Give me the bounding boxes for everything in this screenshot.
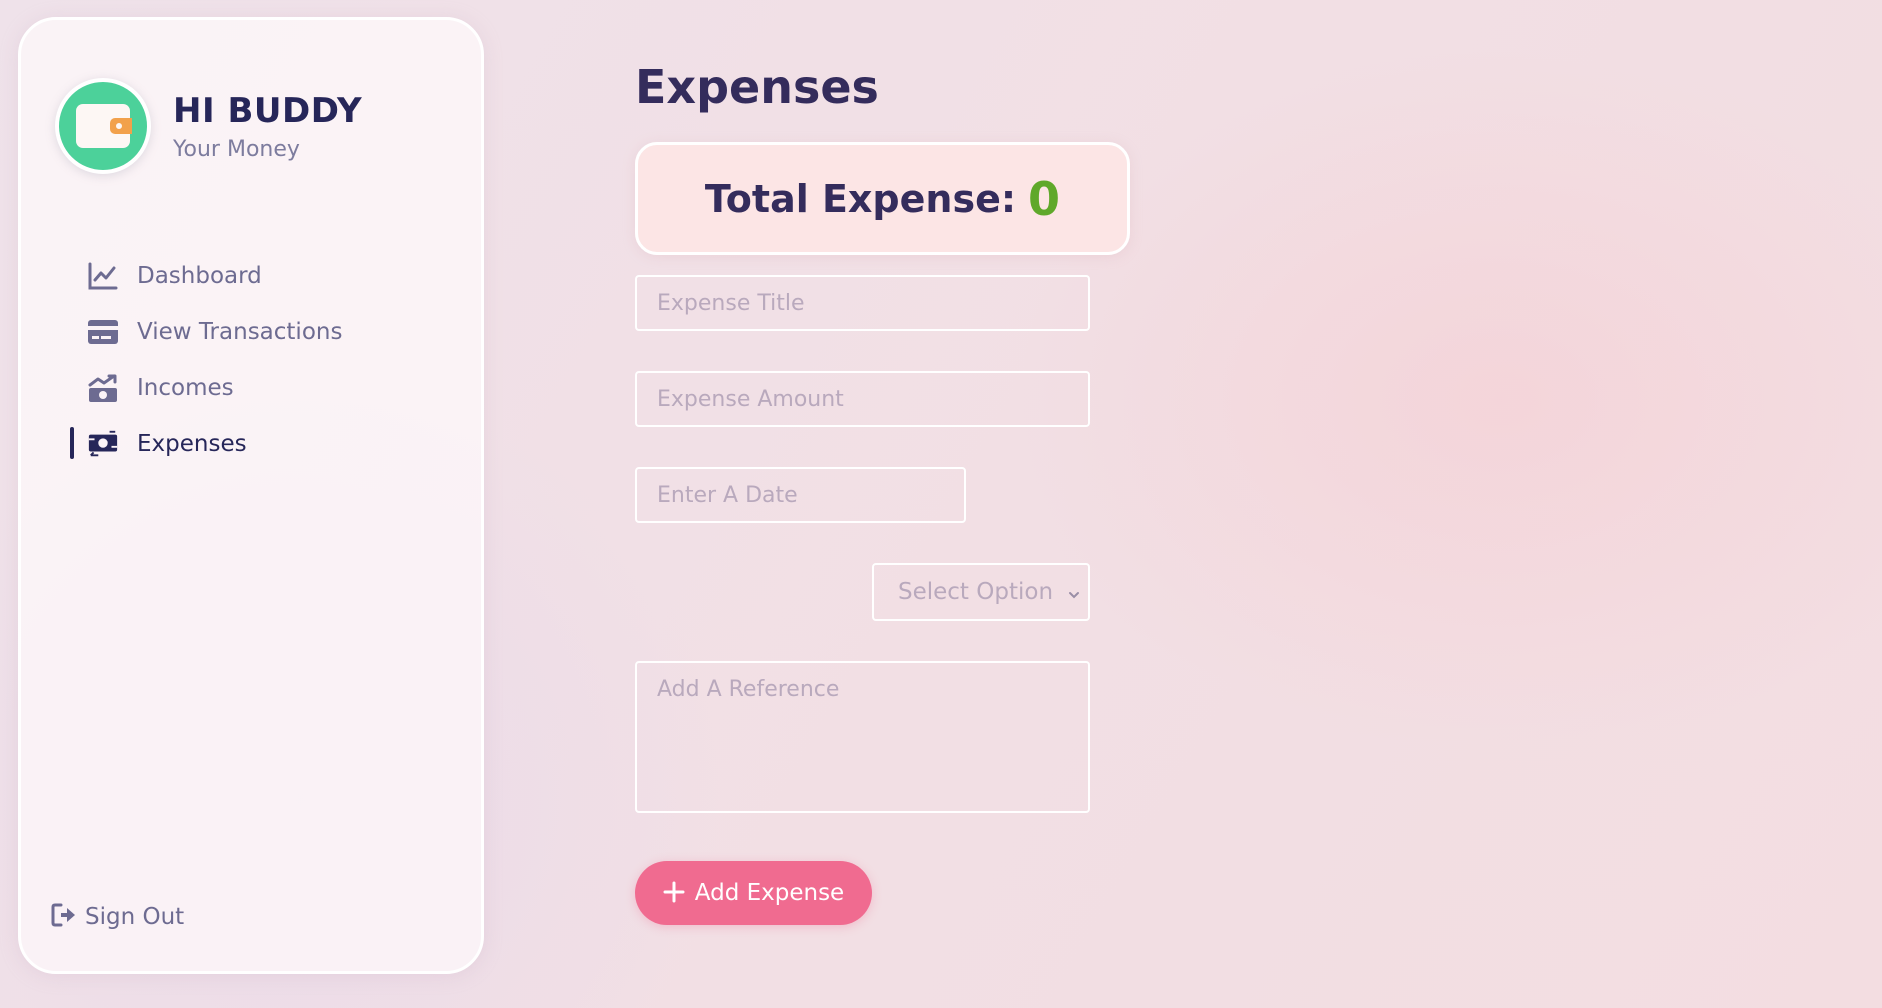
sign-out-icon (51, 903, 77, 931)
credit-card-icon (87, 316, 119, 348)
total-expense-label: Total Expense: (704, 176, 1017, 221)
profile-subtitle: Your Money (173, 136, 300, 162)
chevron-down-icon (1068, 585, 1080, 604)
money-trend-icon (87, 372, 119, 404)
sidebar-item-dashboard[interactable]: Dashboard (55, 248, 455, 304)
line-chart-icon (87, 260, 119, 292)
sidebar: HI BUDDY Your Money Dashboard View Trans… (18, 17, 484, 974)
reference-textarea[interactable] (635, 661, 1090, 813)
sidebar-nav: Dashboard View Transactions Incomes Expe… (55, 248, 455, 472)
category-select[interactable]: Select Option (872, 563, 1090, 621)
page-title: Expenses (635, 60, 879, 114)
total-expense-card: Total Expense: 0 (635, 142, 1130, 255)
expense-title-input[interactable] (635, 275, 1090, 331)
total-expense-value: 0 (1028, 171, 1061, 226)
sign-out-button[interactable]: Sign Out (51, 903, 184, 931)
expense-amount-input[interactable] (635, 371, 1090, 427)
sidebar-item-expenses[interactable]: Expenses (55, 416, 455, 472)
sidebar-item-label: Incomes (137, 375, 234, 401)
add-expense-label: Add Expense (694, 880, 845, 906)
expense-date-input[interactable] (635, 467, 966, 523)
sidebar-item-label: Dashboard (137, 263, 262, 289)
wallet-icon (76, 104, 132, 148)
profile-name: HI BUDDY (173, 90, 363, 131)
sidebar-item-label: View Transactions (137, 319, 343, 345)
profile: HI BUDDY Your Money (55, 78, 362, 174)
add-expense-button[interactable]: Add Expense (635, 861, 872, 925)
avatar (55, 78, 151, 174)
sidebar-item-label: Expenses (137, 431, 247, 457)
sign-out-label: Sign Out (85, 904, 185, 930)
sidebar-item-incomes[interactable]: Incomes (55, 360, 455, 416)
plus-icon (663, 881, 685, 906)
money-exchange-icon (87, 428, 119, 460)
sidebar-item-view-transactions[interactable]: View Transactions (55, 304, 455, 360)
category-select-value: Select Option (898, 579, 1054, 605)
